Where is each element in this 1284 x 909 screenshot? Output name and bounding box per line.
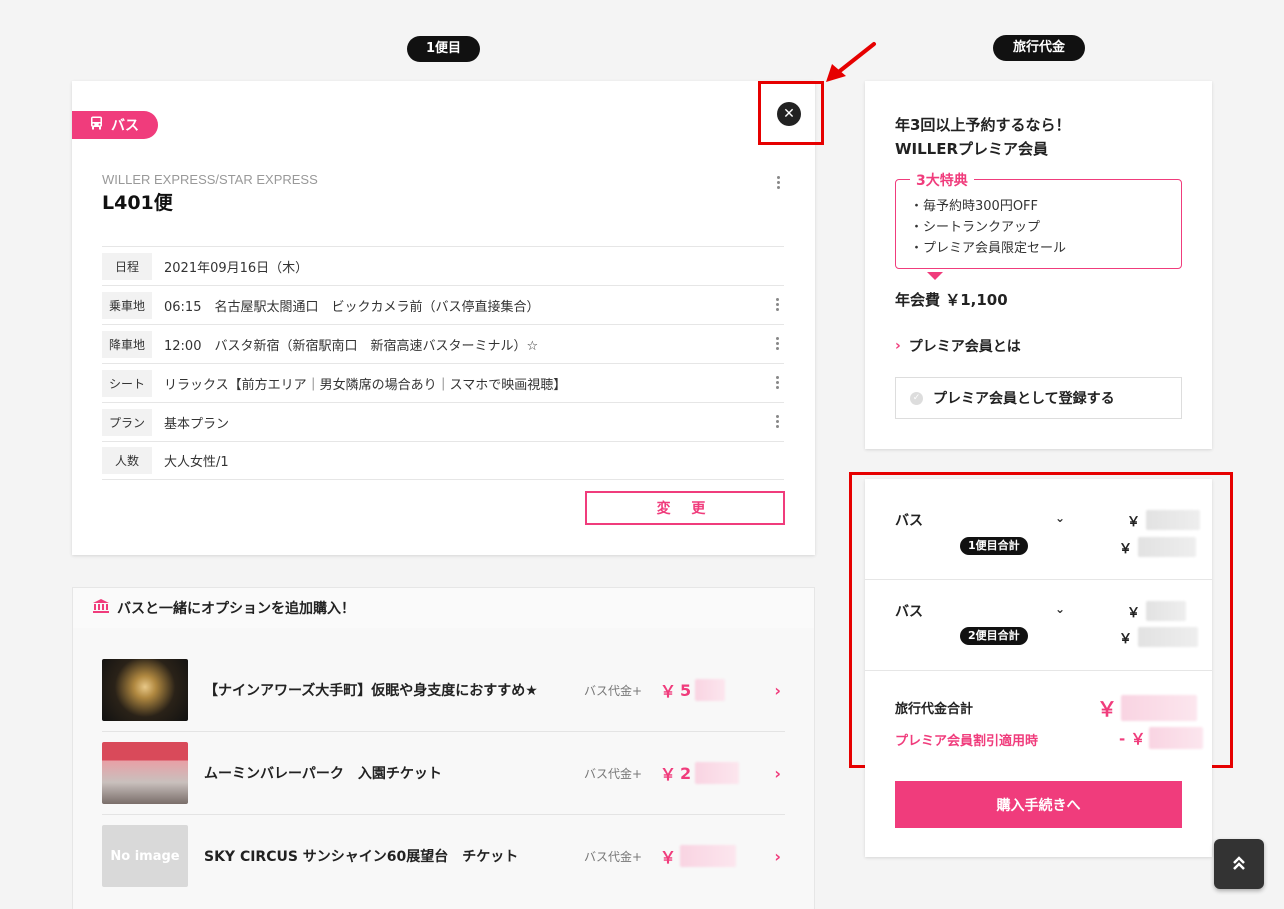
detail-row-passengers: 人数 大人女性/1: [102, 441, 784, 480]
benefits-list: ・毎予約時300円OFF ・シートランクアップ ・プレミア会員限定セール: [910, 199, 1067, 256]
gift-icon: [93, 599, 109, 617]
trip1-header: 1便目: [407, 36, 480, 62]
benefits-pointer-icon: [927, 272, 943, 280]
close-icon: ✕: [783, 106, 795, 122]
trip-type-label: バス: [111, 118, 139, 134]
detail-row-date: 日程 2021年09月16日（木）: [102, 246, 784, 285]
leg1-price: ￥: [1127, 510, 1201, 530]
detail-row-alighting: 降車地 12:00 バスタ新宿（新宿駅南口 新宿高速バスターミナル）☆: [102, 324, 784, 363]
double-chevron-up-icon: [1232, 852, 1246, 876]
detail-label: 日程: [102, 252, 152, 280]
summary-separator: [865, 579, 1212, 580]
option-thumbnail-placeholder: No image: [102, 825, 188, 887]
chevron-down-icon[interactable]: ⌄: [1055, 602, 1065, 616]
leg1-label: バス: [895, 513, 923, 529]
total-label: 旅行代金合計: [895, 702, 974, 717]
detail-value: リラックス【前方エリア｜男女隣席の場合あり｜スマホで映画視聴】: [164, 377, 567, 393]
leg2-total: ￥: [1119, 627, 1199, 647]
seat-menu-icon[interactable]: [774, 376, 780, 389]
detail-label: プラン: [102, 408, 152, 436]
leg2-total-badge: 2便目合計: [960, 627, 1028, 645]
purchase-button[interactable]: 購入手続きへ: [895, 781, 1182, 828]
chevron-right-icon: ›: [774, 763, 781, 783]
flight-menu-icon[interactable]: [775, 176, 781, 189]
membership-fee: 年会費 ￥1,100: [895, 291, 1008, 309]
red-arrow-annotation: [826, 42, 876, 82]
fare-summary-card: バス ⌄ ￥ 1便目合計 ￥ バス ⌄ ￥ 2便目合計 ￥ 旅行代金合計 ￥ プ…: [865, 479, 1212, 857]
trip-detail-table: 日程 2021年09月16日（木） 乗車地 06:15 名古屋駅太閤通口 ビック…: [102, 246, 784, 480]
boarding-menu-icon[interactable]: [774, 298, 780, 311]
chevron-right-icon: ›: [774, 846, 781, 866]
premium-title: 年3回以上予約するなら！ WILLERプレミア会員: [895, 116, 1071, 158]
operator-name: WILLER EXPRESS/STAR EXPRESS: [102, 172, 318, 187]
option-title: SKY CIRCUS サンシャイン60展望台 チケット: [204, 849, 519, 865]
summary-separator: [865, 670, 1212, 671]
option-title: ムーミンバレーパーク 入園チケット: [204, 766, 442, 782]
detail-value: 大人女性/1: [164, 455, 229, 470]
leg1-total: ￥: [1119, 537, 1197, 557]
detail-label: 人数: [102, 447, 152, 474]
bus-icon: [90, 116, 103, 134]
option-separator: [102, 814, 785, 815]
flight-name: L401便: [102, 192, 173, 214]
detail-label: 降車地: [102, 330, 152, 358]
detail-label: シート: [102, 369, 152, 397]
option-item[interactable]: 【ナインアワーズ大手町】仮眠や身支度におすすめ★ バス代金+ ￥ 5 ›: [102, 658, 785, 722]
discount-price: - ￥: [1119, 727, 1204, 749]
premium-register-button[interactable]: ✓ プレミア会員として登録する: [895, 377, 1182, 419]
benefits-box: 3大特典 ・毎予約時300円OFF ・シートランクアップ ・プレミア会員限定セー…: [895, 170, 1182, 269]
detail-value: 06:15 名古屋駅太閤通口 ビックカメラ前（バス停直接集合）: [164, 299, 540, 315]
detail-row-plan: プラン 基本プラン: [102, 402, 784, 441]
change-button[interactable]: 変 更: [585, 491, 785, 525]
option-thumbnail: [102, 742, 188, 804]
premium-about-link[interactable]: › プレミア会員とは: [895, 336, 1021, 356]
remove-trip-button[interactable]: ✕: [777, 102, 801, 126]
leg2-price: ￥: [1127, 601, 1187, 621]
plan-menu-icon[interactable]: [774, 415, 780, 428]
detail-value: 2021年09月16日（木）: [164, 260, 309, 276]
option-item[interactable]: No image SKY CIRCUS サンシャイン60展望台 チケット バス代…: [102, 824, 785, 888]
discount-label: プレミア会員割引適用時: [895, 734, 1039, 749]
premium-card: 年3回以上予約するなら！ WILLERプレミア会員 3大特典 ・毎予約時300円…: [865, 81, 1212, 449]
benefits-title: 3大特典: [910, 170, 974, 190]
check-icon: ✓: [910, 391, 923, 405]
detail-value: 基本プラン: [164, 416, 230, 432]
option-item[interactable]: ムーミンバレーパーク 入園チケット バス代金+ ￥ 2 ›: [102, 741, 785, 805]
detail-value: 12:00 バスタ新宿（新宿駅南口 新宿高速バスターミナル）☆: [164, 338, 539, 354]
option-basis: バス代金+: [584, 849, 643, 864]
trip-type-tag: バス: [72, 111, 158, 139]
leg2-label: バス: [895, 604, 923, 620]
detail-row-seat: シート リラックス【前方エリア｜男女隣席の場合あり｜スマホで映画視聴】: [102, 363, 784, 402]
total-price: ￥: [1097, 693, 1197, 722]
option-price: ￥ 2: [660, 761, 748, 785]
option-price: ￥: [660, 844, 748, 868]
detail-label: 乗車地: [102, 291, 152, 319]
options-header-label: バスと一緒にオプションを追加購入！: [117, 601, 355, 617]
option-basis: バス代金+: [584, 683, 643, 698]
alighting-menu-icon[interactable]: [774, 337, 780, 350]
option-price: ￥ 5: [660, 678, 748, 702]
leg1-total-badge: 1便目合計: [960, 537, 1028, 555]
options-header: バスと一緒にオプションを追加購入！: [72, 587, 815, 629]
option-separator: [102, 731, 785, 732]
fare-header: 旅行代金: [993, 35, 1085, 61]
chevron-right-icon: ›: [774, 680, 781, 700]
chevron-right-icon: ›: [895, 338, 901, 354]
chevron-down-icon[interactable]: ⌄: [1055, 511, 1065, 525]
option-basis: バス代金+: [584, 766, 643, 781]
option-title: 【ナインアワーズ大手町】仮眠や身支度におすすめ★: [204, 683, 538, 699]
scroll-top-button[interactable]: [1214, 839, 1264, 889]
detail-row-boarding: 乗車地 06:15 名古屋駅太閤通口 ビックカメラ前（バス停直接集合）: [102, 285, 784, 324]
option-thumbnail: [102, 659, 188, 721]
